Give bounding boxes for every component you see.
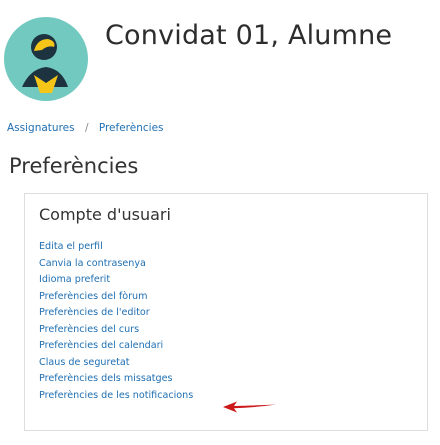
page-title: Preferències	[9, 154, 139, 178]
account-card: Compte d'usuari Edita el perfil Canvia l…	[24, 193, 428, 431]
page-header: Convidat 01, Alumne	[0, 0, 440, 105]
preferences-link-list: Edita el perfil Canvia la contrasenya Id…	[39, 239, 193, 404]
breadcrumb-item-assignatures[interactable]: Assignatures	[7, 122, 75, 134]
link-notification-preferences[interactable]: Preferències de les notificacions	[39, 390, 193, 401]
breadcrumb-item-preferencies[interactable]: Preferències	[99, 122, 164, 134]
link-forum-preferences[interactable]: Preferències del fòrum	[39, 291, 147, 302]
link-message-preferences[interactable]: Preferències dels missatges	[39, 373, 172, 384]
link-edit-profile[interactable]: Edita el perfil	[39, 241, 103, 252]
user-full-name: Convidat 01, Alumne	[105, 20, 393, 51]
user-avatar-icon[interactable]	[4, 17, 88, 101]
link-editor-preferences[interactable]: Preferències de l'editor	[39, 307, 150, 318]
link-security-keys[interactable]: Claus de seguretat	[39, 357, 130, 368]
link-calendar-preferences[interactable]: Preferències del calendari	[39, 340, 163, 351]
link-preferred-language[interactable]: Idioma preferit	[39, 274, 110, 285]
breadcrumb-separator: /	[84, 122, 89, 134]
link-course-preferences[interactable]: Preferències del curs	[39, 324, 139, 335]
breadcrumb: Assignatures / Preferències	[7, 122, 164, 134]
card-title: Compte d'usuari	[39, 205, 171, 224]
link-change-password[interactable]: Canvia la contrasenya	[39, 258, 146, 269]
red-arrow-icon	[222, 399, 277, 413]
